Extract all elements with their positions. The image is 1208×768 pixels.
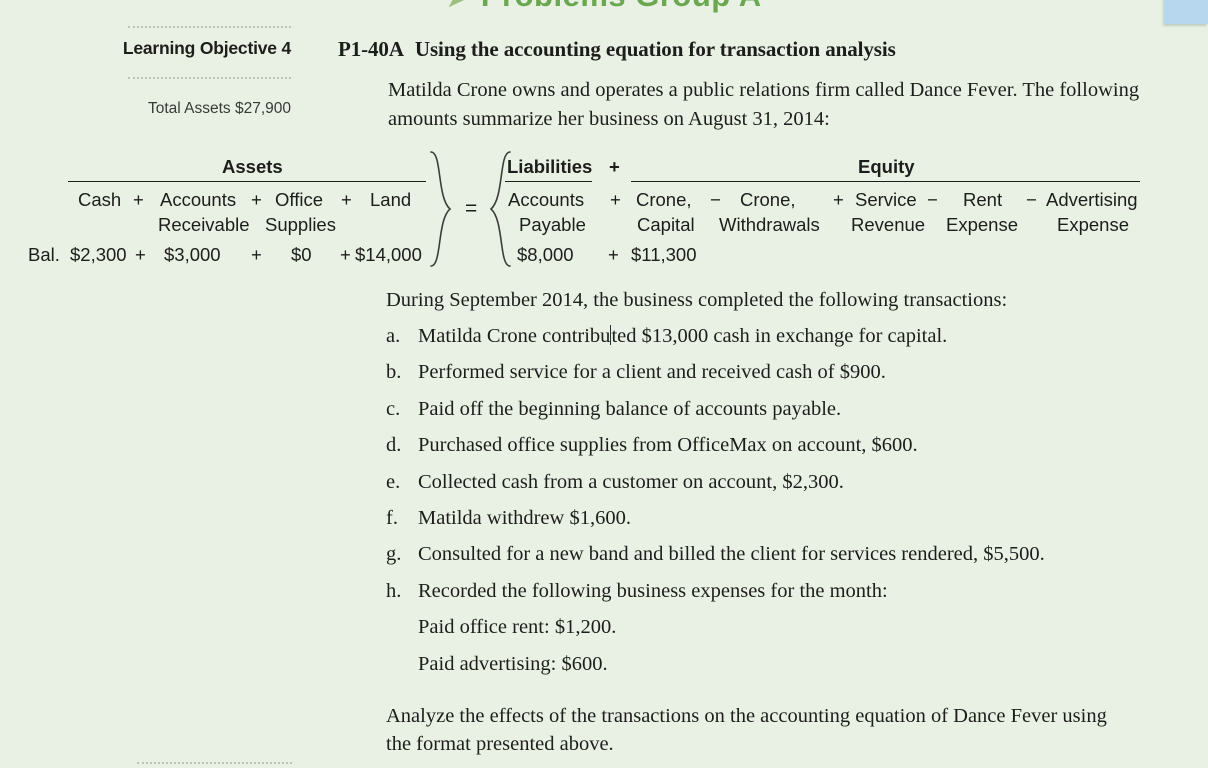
assets-col-2-line2: Supplies xyxy=(265,214,336,235)
transaction-text-before-caret: Matilda Crone contribu xyxy=(418,325,611,347)
balance-label: Bal. xyxy=(28,244,60,265)
problem-code: P1-40A xyxy=(338,37,404,61)
transaction-text-after-caret: ted $13,000 cash in exchange for capital… xyxy=(611,325,948,347)
equity-col-1-line2: Withdrawals xyxy=(719,214,820,235)
assets-header-rule xyxy=(68,181,426,182)
equity-col-3-line2: Expense xyxy=(946,214,1018,235)
margin-column: Learning Objective 4 Total Assets $27,90… xyxy=(0,0,318,768)
transaction-marker: a. xyxy=(386,325,401,347)
transaction-text: Matilda Crone contributed $13,000 cash i… xyxy=(418,325,947,348)
assets-op-0: + xyxy=(133,189,144,210)
group-plus-operator: + xyxy=(609,156,620,177)
equity-col-4-line2: Expense xyxy=(1057,214,1129,235)
transaction-marker: c. xyxy=(386,397,401,420)
assets-val-op-2: + xyxy=(340,244,351,265)
transactions-list: a. Matilda Crone contributed $13,000 cas… xyxy=(386,325,1146,689)
transaction-item: c. Paid off the beginning balance of acc… xyxy=(386,398,1146,434)
equity-col-4-line1: Advertising xyxy=(1046,189,1138,210)
equity-col-0-line1: Crone, xyxy=(636,189,692,210)
transaction-text: Consulted for a new band and billed the … xyxy=(418,543,1045,566)
equity-op-1: − xyxy=(710,189,721,210)
liabilities-header-rule xyxy=(505,181,592,182)
corner-ui-chip[interactable] xyxy=(1164,0,1208,24)
equity-op-2: + xyxy=(833,189,844,210)
transaction-marker: d. xyxy=(386,434,402,457)
transaction-marker: b. xyxy=(386,361,402,384)
transaction-marker: h. xyxy=(386,579,402,602)
problem-closing-instruction: Analyze the effects of the transactions … xyxy=(386,705,1107,755)
equity-col-3-line1: Rent xyxy=(963,189,1003,210)
assets-op-1: + xyxy=(251,189,262,210)
equity-op-4: − xyxy=(1026,189,1037,210)
assets-val-op-1: + xyxy=(251,244,262,265)
assets-op-2: + xyxy=(341,189,352,210)
assets-col-3-value: $14,000 xyxy=(355,244,422,265)
transaction-text: Matilda withdrew $1,600. xyxy=(418,506,631,529)
equity-op-3: − xyxy=(927,189,938,210)
margin-divider-middle xyxy=(128,77,291,79)
chevron-right-icon: ➤ xyxy=(446,0,472,13)
equity-col-0-value: $11,300 xyxy=(631,244,697,265)
equity-col-1-line1: Crone, xyxy=(740,189,796,210)
margin-divider-bottom xyxy=(137,762,292,764)
transaction-item: d. Purchased office supplies from Office… xyxy=(386,434,1146,470)
transaction-text: Paid off the beginning balance of accoun… xyxy=(418,397,842,420)
transaction-marker: f. xyxy=(386,506,398,529)
equals-sign: = xyxy=(465,197,478,220)
transaction-text: Purchased office supplies from OfficeMax… xyxy=(418,434,918,457)
margin-divider-top xyxy=(128,26,291,28)
expense-subline: Paid office rent: $1,200. xyxy=(418,616,617,639)
liabilities-col-0-line2: Payable xyxy=(519,214,586,235)
transaction-item: b. Performed service for a client and re… xyxy=(386,361,1146,397)
liabilities-group-header: Liabilities xyxy=(507,156,593,177)
assets-col-2-line1: Office xyxy=(275,189,323,210)
equity-header-rule xyxy=(631,181,1140,182)
equity-col-2-line2: Revenue xyxy=(851,214,926,235)
transaction-text: Recorded the following business expenses… xyxy=(418,579,888,602)
problem-title: P1-40A Using the accounting equation for … xyxy=(338,37,896,62)
equity-col-2-line1: Service xyxy=(855,189,917,210)
assets-col-0-value: $2,300 xyxy=(70,244,127,265)
transaction-text: Collected cash from a customer on accoun… xyxy=(418,470,844,493)
assets-col-0-line1: Cash xyxy=(78,189,122,210)
transaction-item: h. Recorded the following business expen… xyxy=(386,580,1146,616)
transaction-text: Performed service for a client and recei… xyxy=(418,361,886,384)
problem-title-text: Using the accounting equation for transa… xyxy=(414,37,896,61)
assets-val-op-0: + xyxy=(135,244,146,265)
learning-objective-label: Learning Objective 4 xyxy=(122,38,291,58)
problem-intro: Matilda Crone owns and operates a public… xyxy=(388,79,1140,130)
transaction-marker: e. xyxy=(386,470,401,493)
assets-col-1-line2: Receivable xyxy=(158,214,250,235)
transaction-item: f. Matilda withdrew $1,600. xyxy=(386,507,1146,543)
liabilities-col-0-value: $8,000 xyxy=(517,244,574,265)
accounting-equation-table: Assets Cash + Accounts Receivable + Offi… xyxy=(0,150,1208,275)
total-assets-hint: Total Assets $27,900 xyxy=(147,100,291,117)
transaction-item: a. Matilda Crone contributed $13,000 cas… xyxy=(386,325,1146,361)
expense-subline: Paid advertising: $600. xyxy=(418,652,608,675)
transaction-item: g. Consulted for a new band and billed t… xyxy=(386,543,1146,579)
liabilities-col-0-line1: Accounts xyxy=(508,189,585,210)
equity-col-0-line2: Capital xyxy=(637,214,695,235)
assets-col-3-line1: Land xyxy=(370,189,412,210)
assets-col-2-value: $0 xyxy=(291,244,312,265)
assets-col-1-value: $3,000 xyxy=(164,244,221,265)
assets-group-header: Assets xyxy=(222,156,283,177)
equity-op-0: + xyxy=(610,189,621,210)
transaction-marker: g. xyxy=(386,543,402,566)
assets-brace xyxy=(428,150,454,268)
equity-group-header: Equity xyxy=(858,156,915,177)
transactions-intro: During September 2014, the business comp… xyxy=(386,289,1008,311)
section-header-title: Problems Group A xyxy=(481,0,762,13)
equity-val-op-0: + xyxy=(608,244,619,265)
assets-col-1-line1: Accounts xyxy=(160,189,237,210)
transaction-item: e. Collected cash from a customer on acc… xyxy=(386,471,1146,507)
